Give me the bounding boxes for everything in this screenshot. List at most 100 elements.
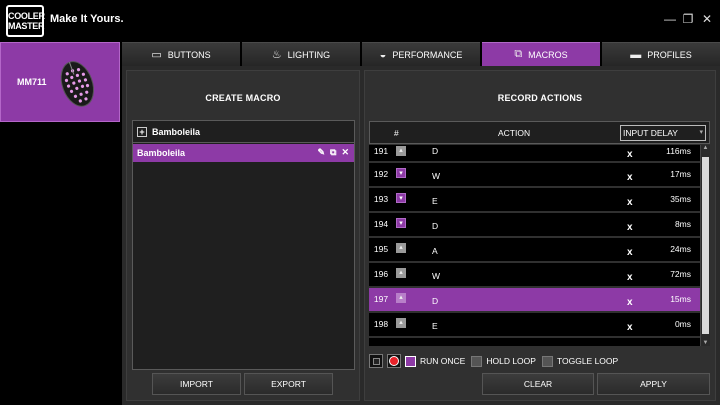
input-delay-label: INPUT DELAY — [623, 128, 678, 138]
action-number: 196 — [373, 269, 389, 279]
delete-action-icon[interactable]: x — [627, 272, 633, 283]
delete-action-icon[interactable]: x — [627, 322, 633, 333]
key-down-icon[interactable]: ▾ — [396, 168, 406, 178]
action-delay[interactable]: 15ms — [657, 294, 691, 304]
apply-button[interactable]: APPLY — [597, 373, 710, 395]
action-row[interactable]: 191 ▴ Dx 116ms — [369, 145, 700, 163]
tab-label: BUTTONS — [167, 49, 211, 60]
delete-action-icon[interactable]: x — [627, 149, 633, 160]
clear-button[interactable]: CLEAR — [482, 373, 594, 395]
action-row[interactable]: 198 ▴ Ex 0ms — [369, 313, 700, 338]
action-key: E — [432, 196, 438, 206]
delete-action-icon[interactable]: x — [627, 297, 633, 308]
actions-scrollbar[interactable]: ▲ ▼ — [700, 145, 710, 346]
duplicate-icon[interactable]: ⧉ — [330, 147, 336, 158]
action-row[interactable]: 192 ▾ Wx 17ms — [369, 163, 700, 188]
import-button[interactable]: IMPORT — [152, 373, 241, 395]
key-up-icon[interactable]: ▴ — [396, 268, 406, 278]
action-delay[interactable]: 35ms — [657, 194, 691, 204]
delete-action-icon[interactable]: x — [627, 197, 633, 208]
action-number: 194 — [373, 219, 389, 229]
action-key: D — [432, 221, 439, 231]
key-down-icon[interactable]: ▾ — [396, 193, 406, 203]
action-row[interactable]: 193 ▾ Ex 35ms — [369, 188, 700, 213]
run-once-label: RUN ONCE — [420, 356, 466, 366]
tab-performance[interactable]: ◒ PERFORMANCE — [362, 42, 480, 66]
action-delay[interactable]: 8ms — [657, 219, 691, 229]
action-key: A — [432, 246, 438, 256]
record-button[interactable] — [387, 354, 401, 368]
action-number: 198 — [373, 319, 389, 329]
macro-group-label: Bamboleila — [152, 126, 201, 137]
action-delay[interactable]: 17ms — [657, 169, 691, 179]
scroll-thumb[interactable] — [702, 157, 709, 334]
tab-label: PROFILES — [647, 49, 692, 60]
action-number: 195 — [373, 244, 389, 254]
tab-buttons[interactable]: ▭ BUTTONS — [122, 42, 240, 66]
device-card-mm711[interactable]: MM711 — [0, 42, 120, 122]
delete-action-icon[interactable]: x — [627, 247, 633, 258]
action-row[interactable]: 194 ▾ Dx 8ms — [369, 213, 700, 238]
macro-icon: ⧉ — [514, 48, 523, 60]
macro-list: + Bamboleila Bamboleila ✎ ⧉ ✕ — [132, 120, 355, 370]
action-number: 193 — [373, 194, 389, 204]
loop-controls: RUN ONCE HOLD LOOP TOGGLE LOOP — [369, 353, 624, 369]
edit-icon[interactable]: ✎ — [317, 147, 325, 158]
macro-group-header[interactable]: + Bamboleila — [133, 121, 354, 143]
bulb-icon: ♨ — [271, 49, 282, 61]
macro-item-selected[interactable]: Bamboleila ✎ ⧉ ✕ — [133, 144, 354, 162]
action-number: 191 — [373, 146, 389, 156]
hold-loop-label: HOLD LOOP — [486, 356, 536, 366]
action-delay[interactable]: 72ms — [657, 269, 691, 279]
action-delay[interactable]: 0ms — [657, 319, 691, 329]
folder-icon: ▬ — [630, 48, 642, 61]
export-button[interactable]: EXPORT — [244, 373, 333, 395]
create-macro-title: CREATE MACRO — [205, 93, 281, 103]
action-delay[interactable]: 24ms — [657, 244, 691, 254]
action-key: W — [432, 171, 441, 181]
tab-profiles[interactable]: ▬ PROFILES — [602, 42, 720, 66]
input-delay-dropdown[interactable]: INPUT DELAY ▾ — [620, 125, 706, 141]
tab-label: MACROS — [528, 49, 568, 60]
minimize-button[interactable]: — — [662, 12, 678, 26]
scroll-down-icon[interactable]: ▼ — [701, 340, 710, 346]
main-tabs: ▭ BUTTONS ♨ LIGHTING ◒ PERFORMANCE ⧉ MAC… — [122, 42, 720, 66]
delete-icon[interactable]: ✕ — [341, 147, 349, 158]
action-key: D — [432, 296, 439, 306]
action-row[interactable]: 195 ▴ Ax 24ms — [369, 238, 700, 263]
column-header-num: # — [394, 128, 399, 138]
mouse-image — [60, 61, 94, 107]
action-number: 197 — [373, 294, 389, 304]
action-key: D — [432, 146, 439, 156]
actions-table-body: 191 ▴ Dx 116ms 192 ▾ Wx 17ms 193 ▾ Ex 35ms 194 ▾ Dx 8ms… — [369, 145, 700, 346]
toggle-loop-checkbox[interactable] — [541, 355, 553, 367]
key-up-icon[interactable]: ▴ — [396, 293, 406, 303]
record-actions-title: RECORD ACTIONS — [497, 93, 583, 103]
action-delay[interactable]: 116ms — [657, 146, 691, 156]
run-once-checkbox[interactable] — [405, 355, 416, 367]
key-up-icon[interactable]: ▴ — [396, 146, 406, 156]
dropdown-arrow-icon: ▾ — [699, 129, 703, 136]
key-up-icon[interactable]: ▴ — [396, 243, 406, 253]
action-key: W — [432, 271, 441, 281]
expand-icon[interactable]: + — [137, 126, 147, 137]
action-row[interactable]: 197 ▴ Dx 15ms — [369, 288, 700, 313]
key-up-icon[interactable]: ▴ — [396, 318, 406, 328]
tab-macros[interactable]: ⧉ MACROS — [482, 42, 600, 66]
action-key: E — [432, 321, 438, 331]
stop-button[interactable] — [369, 354, 383, 368]
restore-button[interactable]: ❐ — [680, 12, 696, 26]
scroll-up-icon[interactable]: ▲ — [701, 145, 710, 151]
key-down-icon[interactable]: ▾ — [396, 218, 406, 228]
macro-item-tools: ✎ ⧉ ✕ — [317, 147, 349, 158]
hold-loop-checkbox[interactable] — [471, 355, 483, 367]
toggle-loop-label: TOGGLE LOOP — [556, 356, 619, 366]
actions-table-header: # ACTION INPUT DELAY ▾ — [369, 121, 710, 144]
tab-lighting[interactable]: ♨ LIGHTING — [242, 42, 360, 66]
close-button[interactable]: ✕ — [699, 12, 715, 26]
delete-action-icon[interactable]: x — [627, 172, 633, 183]
stop-icon — [372, 357, 380, 365]
delete-action-icon[interactable]: x — [627, 222, 633, 233]
action-row[interactable]: 196 ▴ Wx 72ms — [369, 263, 700, 288]
title-bar: COOLER MASTER Make It Yours. — ❐ ✕ — [0, 0, 720, 42]
